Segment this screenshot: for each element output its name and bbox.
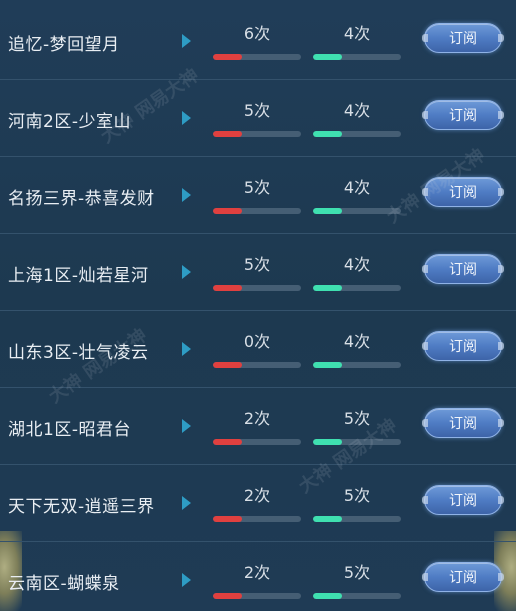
green-progress-bar [313,285,401,291]
red-progress-bar [213,362,301,368]
red-progress-fill [213,131,243,137]
green-progress-fill [313,593,343,599]
red-count-label: 5次 [243,255,271,274]
red-count-label: 0次 [243,332,271,351]
green-progress-bar [313,439,401,445]
server-name: 云南区-蝴蝶泉 [8,574,120,594]
green-progress-fill [313,362,343,368]
red-progress-fill [213,593,243,599]
green-progress-bar [313,54,401,60]
red-count-label: 2次 [243,563,271,582]
red-count-label: 6次 [243,24,271,43]
server-row: 山东3区-壮气凌云 0次 4次 订阅 [0,311,516,388]
red-stat: 5次 [213,248,301,298]
green-count-label: 5次 [343,409,371,428]
red-stat: 2次 [213,479,301,529]
red-stat: 5次 [213,94,301,144]
subscribe-button[interactable]: 订阅 [422,562,504,592]
green-stat: 4次 [313,171,401,221]
red-progress-bar [213,131,301,137]
green-progress-fill [313,285,343,291]
server-row: 河南2区-少室山 5次 4次 订阅 [0,80,516,157]
red-progress-bar [213,208,301,214]
subscribe-button[interactable]: 订阅 [422,177,504,207]
green-stat: 4次 [313,248,401,298]
green-progress-bar [313,362,401,368]
play-arrow-icon [182,188,191,202]
subscribe-button[interactable]: 订阅 [422,23,504,53]
server-row: 追忆-梦回望月 6次 4次 订阅 [0,3,516,80]
red-stat: 6次 [213,17,301,67]
server-row: 上海1区-灿若星河 5次 4次 订阅 [0,234,516,311]
red-progress-fill [213,208,243,214]
subscribe-button[interactable]: 订阅 [422,331,504,361]
red-progress-bar [213,285,301,291]
green-stat: 4次 [313,325,401,375]
green-progress-fill [313,439,343,445]
subscribe-button[interactable]: 订阅 [422,408,504,438]
green-progress-fill [313,54,343,60]
red-stat: 2次 [213,402,301,452]
server-row: 湖北1区-昭君台 2次 5次 订阅 [0,388,516,465]
red-count-label: 2次 [243,409,271,428]
subscribe-button[interactable]: 订阅 [422,254,504,284]
green-progress-bar [313,208,401,214]
server-name: 天下无双-逍遥三界 [8,497,155,517]
red-stat: 2次 [213,556,301,606]
green-stat: 4次 [313,94,401,144]
red-stat: 0次 [213,325,301,375]
green-stat: 5次 [313,402,401,452]
red-progress-fill [213,362,243,368]
green-count-label: 4次 [343,178,371,197]
server-row: 天下无双-逍遥三界 2次 5次 订阅 [0,465,516,542]
subscribe-button[interactable]: 订阅 [422,100,504,130]
play-arrow-icon [182,496,191,510]
red-stat: 5次 [213,171,301,221]
server-row: 云南区-蝴蝶泉 2次 5次 订阅 [0,542,516,611]
red-count-label: 5次 [243,101,271,120]
red-progress-fill [213,516,243,522]
play-arrow-icon [182,419,191,433]
green-count-label: 4次 [343,255,371,274]
green-progress-bar [313,593,401,599]
server-row: 名扬三界-恭喜发财 5次 4次 订阅 [0,157,516,234]
server-name: 追忆-梦回望月 [8,35,120,55]
red-progress-fill [213,439,243,445]
server-name: 上海1区-灿若星河 [8,266,149,286]
green-progress-fill [313,516,343,522]
subscribe-button[interactable]: 订阅 [422,485,504,515]
play-arrow-icon [182,342,191,356]
green-progress-fill [313,208,343,214]
server-name: 山东3区-壮气凌云 [8,343,149,363]
green-count-label: 4次 [343,101,371,120]
red-progress-fill [213,54,243,60]
server-name: 名扬三界-恭喜发财 [8,189,155,209]
red-progress-bar [213,439,301,445]
green-progress-fill [313,131,343,137]
play-arrow-icon [182,111,191,125]
green-count-label: 5次 [343,486,371,505]
server-subscription-list: 追忆-梦回望月 6次 4次 订阅 河南2区-少室山 5次 4次 订阅 名扬三界-恭喜发财 5次 4次… [0,0,516,611]
green-progress-bar [313,516,401,522]
green-progress-bar [313,131,401,137]
red-progress-fill [213,285,243,291]
green-count-label: 4次 [343,24,371,43]
red-count-label: 2次 [243,486,271,505]
green-count-label: 4次 [343,332,371,351]
play-arrow-icon [182,265,191,279]
green-stat: 5次 [313,479,401,529]
red-progress-bar [213,593,301,599]
red-progress-bar [213,54,301,60]
green-stat: 4次 [313,17,401,67]
red-progress-bar [213,516,301,522]
green-stat: 5次 [313,556,401,606]
server-name: 河南2区-少室山 [8,112,131,132]
green-count-label: 5次 [343,563,371,582]
red-count-label: 5次 [243,178,271,197]
play-arrow-icon [182,573,191,587]
play-arrow-icon [182,34,191,48]
server-name: 湖北1区-昭君台 [8,420,131,440]
